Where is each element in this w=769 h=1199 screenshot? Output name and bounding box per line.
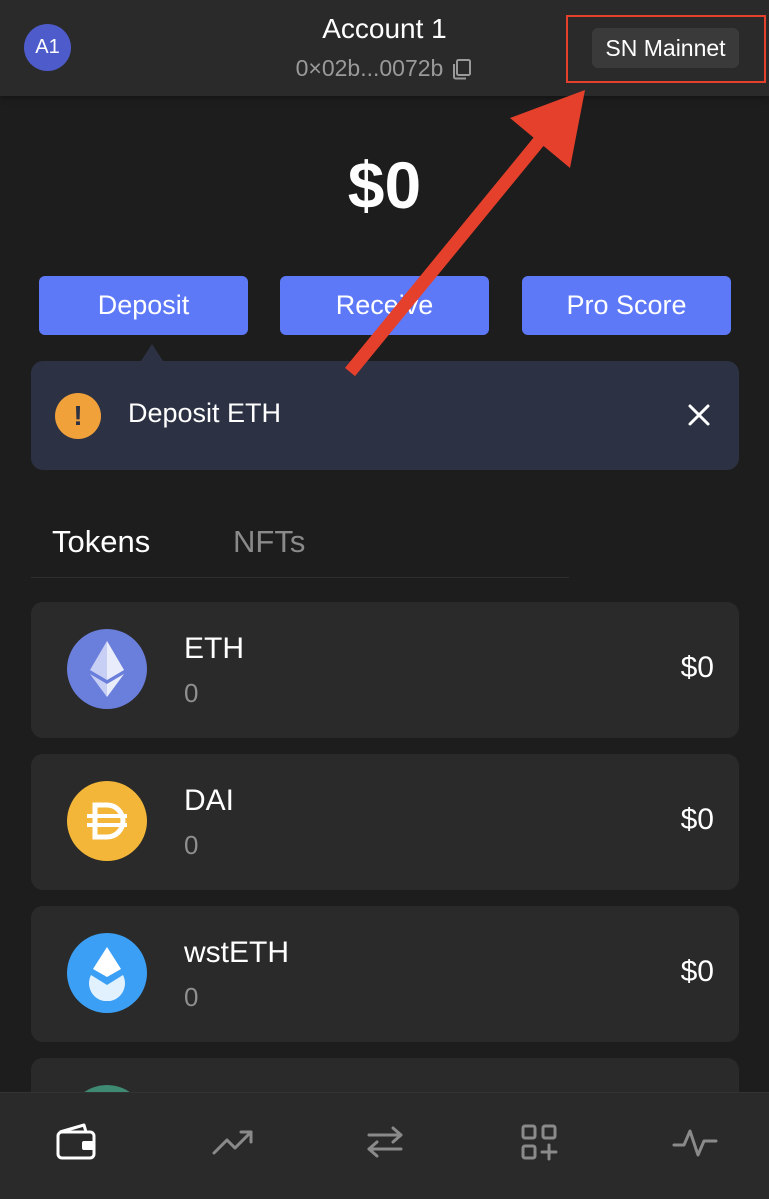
token-row-eth[interactable]: ETH 0 $0	[31, 602, 739, 738]
tab-tokens[interactable]: Tokens	[52, 524, 150, 560]
receive-button[interactable]: Receive	[280, 276, 489, 335]
token-amount: 0	[184, 678, 199, 708]
close-icon[interactable]	[687, 403, 711, 427]
wsteth-icon	[67, 933, 147, 1013]
dai-icon	[67, 781, 147, 861]
total-balance: $0	[347, 148, 422, 222]
token-amount: 0	[184, 982, 199, 1012]
account-address: 0×02b...0072b	[295, 55, 444, 81]
trending-icon[interactable]	[208, 1120, 258, 1164]
token-value: $0	[680, 955, 714, 988]
exclamation-icon: !	[55, 393, 101, 439]
token-row-wsteth[interactable]: wstETH 0 $0	[31, 906, 739, 1042]
banner-text: Deposit ETH	[128, 398, 282, 428]
token-name: wstETH	[184, 936, 289, 969]
tooltip-pointer	[141, 344, 163, 361]
apps-add-icon[interactable]	[514, 1120, 564, 1164]
deposit-button[interactable]: Deposit	[39, 276, 248, 335]
token-amount: 0	[184, 830, 199, 860]
token-value: $0	[680, 803, 714, 836]
eth-icon	[67, 629, 147, 709]
pro-score-button[interactable]: Pro Score	[522, 276, 731, 335]
top-bar: A1 Account 1 0×02b...0072b SN Mainnet	[0, 0, 769, 96]
token-row-dai[interactable]: DAI 0 $0	[31, 754, 739, 890]
bottom-navigation	[0, 1092, 769, 1199]
token-name: ETH	[184, 632, 244, 665]
deposit-eth-banner[interactable]: ! Deposit ETH	[31, 361, 739, 470]
token-value: $0	[680, 651, 714, 684]
network-selector-button[interactable]: SN Mainnet	[592, 28, 739, 68]
copy-icon[interactable]	[451, 58, 473, 80]
wallet-icon[interactable]	[51, 1120, 101, 1164]
activity-icon[interactable]	[670, 1120, 720, 1164]
token-name: DAI	[184, 784, 235, 817]
swap-icon[interactable]	[360, 1120, 410, 1164]
asset-tabs: Tokens NFTs	[31, 520, 569, 578]
tab-nfts[interactable]: NFTs	[233, 524, 305, 560]
